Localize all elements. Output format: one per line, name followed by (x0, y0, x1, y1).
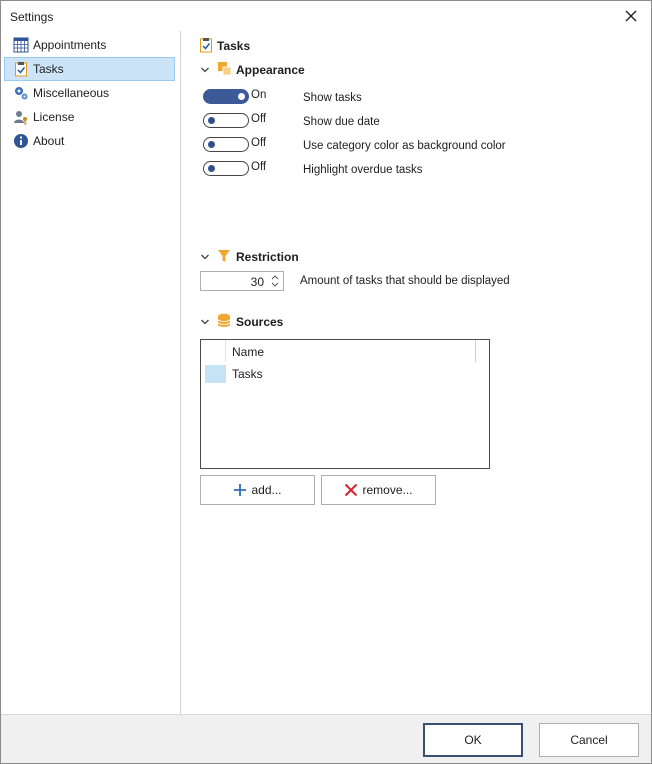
task-count-value: 30 (250, 275, 264, 289)
toggle-knob (208, 165, 215, 172)
category-color-label: Use category color as background color (303, 140, 506, 152)
plus-icon (234, 484, 247, 496)
task-count-stepper[interactable]: 30 (200, 271, 284, 291)
highlight-overdue-toggle[interactable] (203, 161, 249, 176)
calendar-grid-icon (13, 37, 29, 53)
sidebar-item-label: Appointments (33, 38, 107, 52)
cancel-label: Cancel (570, 733, 608, 747)
database-icon (217, 313, 231, 327)
filter-icon (218, 250, 230, 262)
remove-source-button[interactable]: remove... (321, 475, 436, 505)
sidebar-item-tasks[interactable]: Tasks (4, 57, 175, 81)
grid-divider (225, 340, 226, 362)
grid-divider (475, 340, 476, 362)
window-title: Settings (10, 10, 54, 24)
gears-icon (15, 87, 28, 100)
table-row[interactable]: Tasks (232, 367, 263, 381)
toggle-state: Off (251, 161, 267, 173)
grid-column-header: Name (232, 345, 265, 359)
toggle-knob (208, 141, 215, 148)
restriction-title: Restriction (236, 250, 299, 264)
chevron-down-icon[interactable] (200, 317, 210, 327)
page-title: Tasks (217, 39, 251, 53)
settings-dialog: Settings Appointments Tasks Miscellaneou… (0, 0, 652, 764)
sidebar-item-license[interactable]: License (4, 105, 175, 129)
sidebar-item-about[interactable]: About (4, 129, 175, 153)
info-icon (14, 134, 28, 148)
toggle-knob (208, 117, 215, 124)
appearance-title: Appearance (236, 63, 305, 77)
main-panel: Tasks Appearance On Show tasks Off Show … (182, 31, 651, 714)
toggle-state: On (251, 89, 267, 101)
restriction-label: Amount of tasks that should be displayed (300, 275, 510, 287)
sources-title: Sources (236, 315, 284, 329)
add-source-button[interactable]: add... (200, 475, 315, 505)
spin-arrows-icon[interactable] (269, 273, 281, 289)
show-tasks-label: Show tasks (303, 92, 362, 104)
clipboard-check-icon (200, 38, 212, 53)
toggle-state: Off (251, 137, 267, 149)
source-color-swatch (205, 365, 226, 383)
remove-x-icon (345, 483, 358, 497)
user-key-icon (14, 111, 27, 125)
title-bar: Settings (1, 1, 651, 31)
sidebar-item-miscellaneous[interactable]: Miscellaneous (4, 81, 175, 105)
show-tasks-toggle[interactable] (203, 89, 249, 104)
close-icon[interactable] (623, 8, 639, 24)
sidebar-item-appointments[interactable]: Appointments (4, 33, 175, 57)
ok-label: OK (464, 733, 482, 747)
category-color-toggle[interactable] (203, 137, 249, 152)
sidebar-item-label: License (33, 110, 75, 124)
chevron-down-icon[interactable] (200, 65, 210, 75)
chevron-down-icon[interactable] (200, 252, 210, 262)
clipboard-check-icon (15, 62, 27, 77)
show-due-date-label: Show due date (303, 116, 380, 128)
toggle-state: Off (251, 113, 267, 125)
ok-button[interactable]: OK (423, 723, 523, 757)
palette-icon (218, 62, 232, 76)
sidebar: Appointments Tasks Miscellaneous License… (1, 31, 181, 714)
sources-grid[interactable]: Name Tasks (200, 339, 490, 469)
highlight-overdue-label: Highlight overdue tasks (303, 164, 423, 176)
cancel-button[interactable]: Cancel (539, 723, 639, 757)
sidebar-item-label: Miscellaneous (33, 86, 110, 100)
show-due-date-toggle[interactable] (203, 113, 249, 128)
dialog-footer: OK Cancel (1, 714, 651, 763)
sidebar-item-label: Tasks (33, 62, 64, 76)
toggle-knob (238, 93, 245, 100)
remove-source-label: remove... (362, 483, 413, 497)
sidebar-item-label: About (33, 134, 65, 148)
add-source-label: add... (251, 483, 282, 497)
